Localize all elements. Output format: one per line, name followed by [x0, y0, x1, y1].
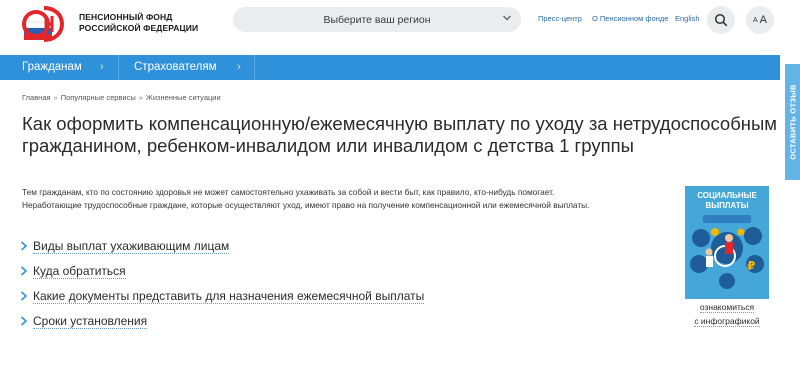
font-size-button[interactable]: A A	[746, 6, 774, 34]
font-big-label: A	[759, 14, 767, 26]
infographic-illustration: ₽	[690, 215, 764, 289]
chevron-right-icon	[20, 266, 28, 276]
feedback-tab[interactable]: ОСТАВИТЬ ОТЗЫВ	[785, 64, 800, 180]
infographic-link-line-2: с инфографикой	[694, 316, 760, 327]
feedback-tab-label: ОСТАВИТЬ ОТЗЫВ	[788, 84, 797, 160]
svg-text:₽: ₽	[747, 259, 755, 273]
about-pfr-link[interactable]: О Пенсионном фонде	[592, 14, 668, 23]
chevron-right-icon	[20, 316, 28, 326]
chevron-right-icon	[20, 241, 28, 251]
chevron-down-icon	[503, 15, 511, 21]
breadcrumb-separator: »	[138, 93, 143, 102]
intro-text: Тем гражданам, кто по состоянию здоровья…	[22, 186, 672, 212]
page-title: Как оформить компенсационную/ежемесячную…	[22, 113, 778, 156]
accordion-label: Какие документы представить для назначен…	[33, 288, 425, 304]
nav-item-insurers[interactable]: Страхователям	[134, 55, 217, 80]
logo-line-1: ПЕНСИОННЫЙ ФОНД	[79, 12, 173, 22]
breadcrumb: Главная» Популярные сервисы» Жизненные сит…	[22, 93, 221, 102]
accordion-item-payment-types[interactable]: Виды выплат ухаживающим лицам	[20, 237, 640, 255]
search-icon	[714, 13, 728, 27]
breadcrumb-life-situations[interactable]: Жизненные ситуации	[146, 93, 221, 102]
infographic-link-line-1: ознакомиться	[699, 302, 755, 313]
nav-item-citizens[interactable]: Гражданам	[22, 55, 82, 80]
english-link[interactable]: English	[675, 14, 700, 23]
breadcrumb-home[interactable]: Главная	[22, 93, 51, 102]
intro-paragraph-1: Тем гражданам, кто по состоянию здоровья…	[22, 187, 555, 197]
region-label: Выберите ваш регион	[323, 13, 431, 26]
chevron-right-icon: ›	[237, 61, 241, 73]
chevron-right-icon	[20, 291, 28, 301]
infographic-link[interactable]: ознакомиться с инфографикой	[678, 300, 776, 328]
chevron-right-icon: ›	[100, 61, 104, 73]
nav-divider	[254, 55, 255, 80]
accordion-item-documents[interactable]: Какие документы представить для назначен…	[20, 287, 640, 305]
main-nav: Гражданам › Страхователям ›	[0, 55, 780, 80]
font-small-label: A	[752, 16, 758, 24]
accordion-label: Сроки установления	[33, 313, 148, 329]
logo-line-2: РОССИЙСКОЙ ФЕДЕРАЦИИ	[79, 23, 199, 33]
accordion-item-where-to-apply[interactable]: Куда обратиться	[20, 262, 640, 280]
intro-paragraph-2: Неработающие трудоспособные граждане, ко…	[22, 200, 590, 210]
accordion-label: Виды выплат ухаживающим лицам	[33, 238, 230, 254]
breadcrumb-popular-services[interactable]: Популярные сервисы	[61, 93, 136, 102]
nav-divider	[118, 55, 119, 80]
logo-text[interactable]: ПЕНСИОННЫЙ ФОНД РОССИЙСКОЙ ФЕДЕРАЦИИ	[79, 12, 198, 34]
breadcrumb-separator: »	[53, 93, 58, 102]
header: ПЕНСИОННЫЙ ФОНД РОССИЙСКОЙ ФЕДЕРАЦИИ Выб…	[0, 0, 800, 48]
pfr-logo-icon[interactable]	[22, 2, 74, 46]
accordion-item-deadlines[interactable]: Сроки установления	[20, 312, 640, 330]
search-button[interactable]	[707, 6, 735, 34]
accordion-label: Куда обратиться	[33, 263, 126, 279]
infographic-thumbnail[interactable]: СОЦИАЛЬНЫЕ ВЫПЛАТЫ ₽	[685, 186, 769, 299]
region-selector[interactable]: Выберите ваш регион	[233, 7, 521, 32]
press-center-link[interactable]: Пресс-центр	[538, 14, 582, 23]
